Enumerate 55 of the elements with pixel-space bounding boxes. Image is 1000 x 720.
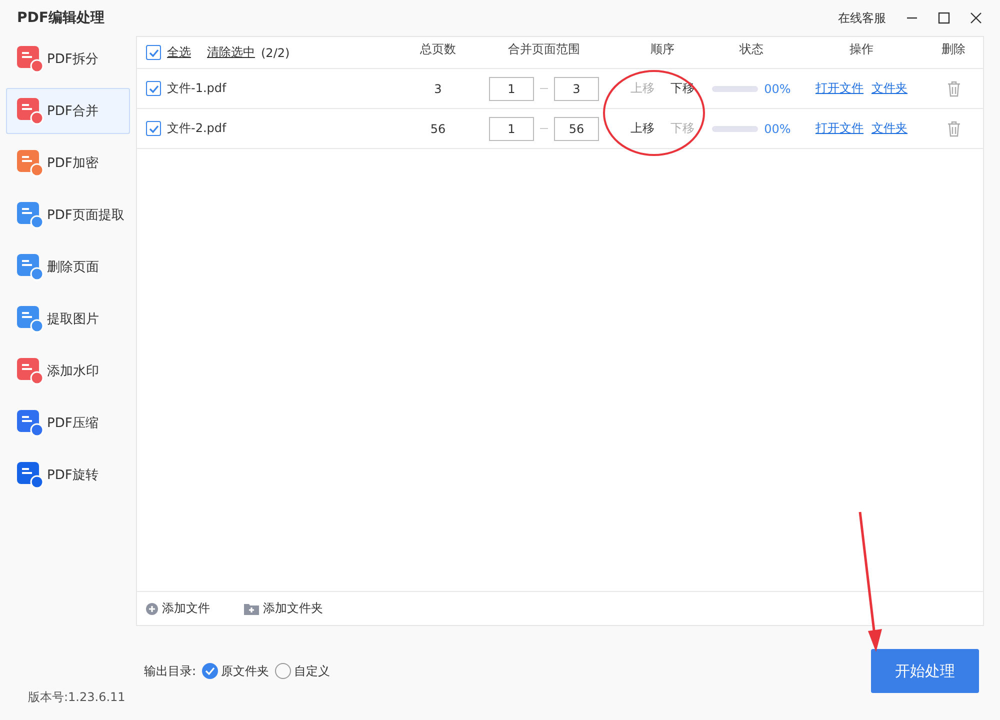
range-to-field[interactable]: 3: [554, 76, 599, 100]
column-header: 状态: [738, 41, 764, 58]
sidebar-item[interactable]: PDF页面提取: [6, 192, 130, 238]
move-up-button[interactable]: 上移: [630, 120, 654, 137]
column-header: 操作: [848, 40, 874, 58]
page-count: 3: [433, 80, 443, 98]
open-folder-link[interactable]: 文件夹: [872, 120, 908, 137]
clear-selection-link[interactable]: 清除选中: [207, 44, 255, 61]
maximize-icon[interactable]: [938, 12, 950, 24]
select-all-checkbox[interactable]: [146, 45, 161, 60]
sidebar-item[interactable]: PDF合并: [6, 88, 130, 134]
close-icon[interactable]: [970, 12, 982, 24]
column-header: 合并页面范围: [507, 40, 581, 58]
file-name: 文件-1.pdf: [167, 80, 226, 97]
plus-circle-icon: [146, 602, 158, 614]
selection-count: (2/2): [261, 46, 290, 60]
sidebar-item[interactable]: 删除页面: [6, 244, 130, 290]
open-folder-link[interactable]: 文件夹: [872, 80, 908, 97]
select-all-link[interactable]: 全选: [167, 44, 191, 61]
sidebar-item[interactable]: PDF压缩: [6, 400, 130, 446]
range-from-field[interactable]: 1: [489, 116, 534, 140]
check-icon: [148, 48, 158, 56]
row-checkbox[interactable]: [146, 121, 161, 136]
trash-icon[interactable]: [946, 80, 960, 96]
page-count: 56: [429, 120, 447, 138]
range-from-field[interactable]: 1: [489, 76, 534, 100]
sidebar-item[interactable]: 提取图片: [6, 296, 130, 342]
sidebar-item[interactable]: PDF旋转: [6, 452, 130, 498]
open-file-link[interactable]: 打开文件: [816, 80, 864, 97]
add-file-button[interactable]: 添加文件: [146, 600, 210, 617]
column-header: 总页数: [419, 41, 457, 58]
check-icon: [148, 84, 158, 92]
row-checkbox[interactable]: [146, 81, 161, 96]
range-to-field[interactable]: 56: [554, 116, 599, 140]
column-header: 顺序: [650, 40, 676, 58]
open-file-link[interactable]: 打开文件: [816, 120, 864, 137]
output-radio-option[interactable]: 原文件夹: [202, 662, 270, 680]
column-header: 删除: [940, 41, 966, 58]
check-icon: [148, 124, 158, 132]
output-radio-option[interactable]: 自定义: [275, 662, 330, 680]
online-support-link[interactable]: 在线客服: [838, 10, 886, 26]
check-icon: [205, 667, 216, 675]
folder-plus-icon: [244, 602, 259, 614]
trash-icon[interactable]: [946, 120, 960, 136]
progress-percent: 00%: [764, 82, 791, 96]
sidebar-item[interactable]: PDF加密: [6, 140, 130, 186]
start-processing-button[interactable]: 开始处理: [871, 649, 979, 693]
version-text: 版本号:1.23.6.11: [27, 689, 126, 706]
add-folder-button[interactable]: 添加文件夹: [244, 600, 323, 617]
sidebar-item[interactable]: PDF拆分: [6, 36, 130, 82]
sidebar-item[interactable]: 添加水印: [6, 348, 130, 394]
progress-percent: 00%: [764, 122, 791, 136]
window-title: PDF编辑处理: [17, 9, 104, 27]
file-name: 文件-2.pdf: [167, 120, 226, 137]
output-directory-label: 输出目录:: [144, 662, 196, 680]
